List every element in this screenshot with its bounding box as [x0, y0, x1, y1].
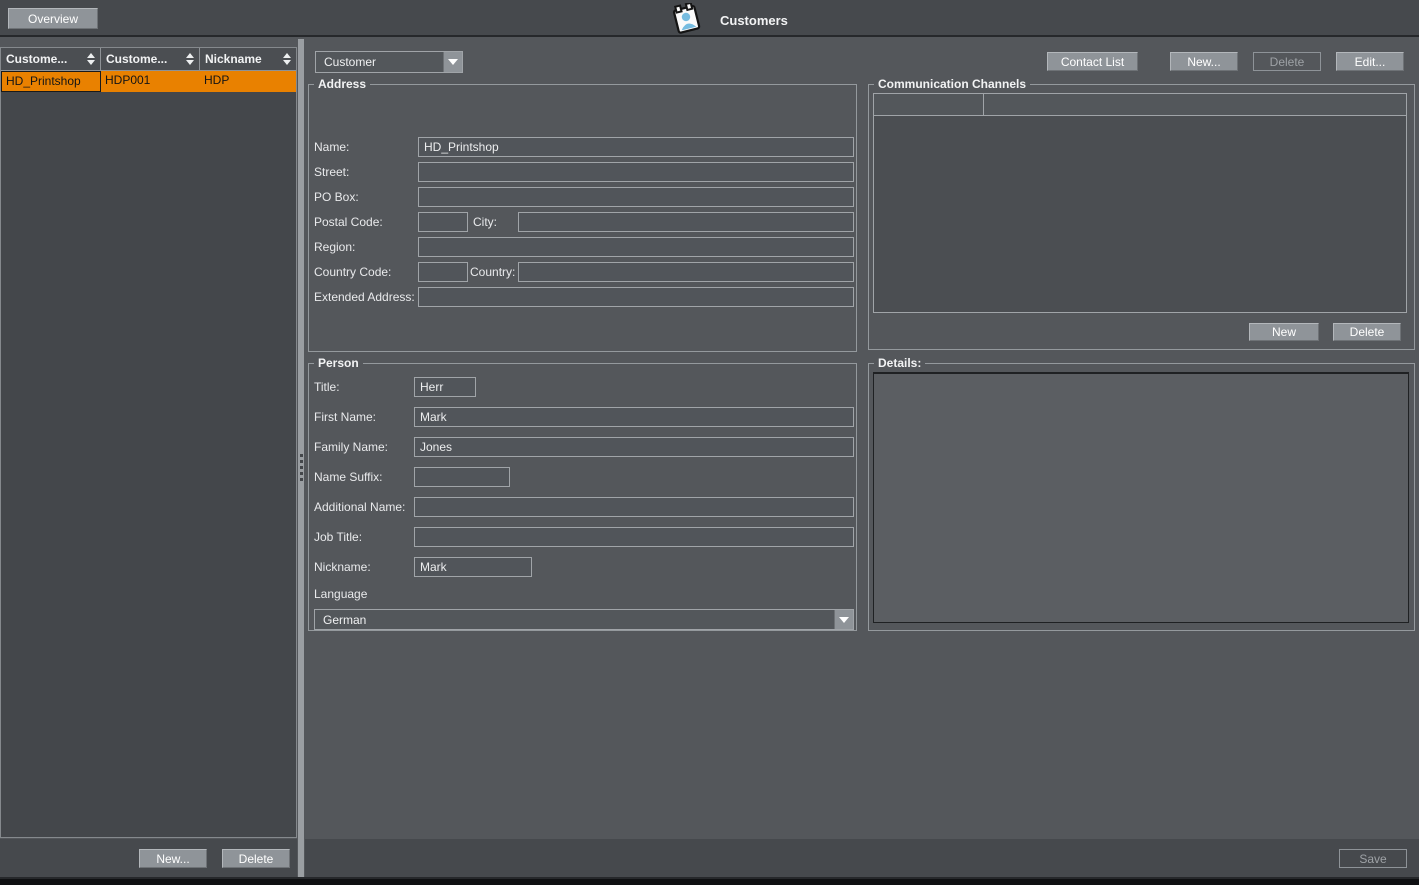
family-name-label: Family Name:: [314, 437, 388, 457]
customer-type-dropdown[interactable]: Customer: [315, 51, 463, 73]
details-groupbox: Details:: [868, 363, 1415, 631]
street-label: Street:: [314, 162, 349, 182]
person-groupbox: Person Title: First Name: Family Name: N…: [308, 363, 857, 631]
customer-type-value: Customer: [316, 55, 443, 69]
bottom-strip: [0, 877, 1419, 885]
column-header-customer-name[interactable]: Custome...: [1, 48, 101, 71]
country-field[interactable]: [518, 262, 854, 282]
language-dropdown[interactable]: German: [314, 609, 854, 630]
column-header-nickname[interactable]: Nickname: [200, 48, 296, 71]
address-legend: Address: [314, 77, 370, 91]
details-textarea[interactable]: [873, 372, 1409, 623]
address-groupbox: Address Name: Street: PO Box: Postal Cod…: [308, 84, 857, 352]
communication-channels-groupbox: Communication Channels New Delete: [868, 84, 1415, 350]
name-field[interactable]: [418, 137, 854, 157]
new-list-entry-button[interactable]: New...: [139, 849, 207, 868]
job-title-field[interactable]: [414, 527, 854, 547]
sort-icon: [186, 53, 194, 65]
postal-code-field[interactable]: [418, 212, 468, 232]
column-header-customer-number[interactable]: Custome...: [101, 48, 200, 71]
first-name-field[interactable]: [414, 407, 854, 427]
cc-column-header-type[interactable]: [874, 94, 984, 116]
column-header-label: Nickname: [205, 52, 262, 66]
street-field[interactable]: [418, 162, 854, 182]
cc-column-header-value[interactable]: [984, 94, 1406, 116]
postal-code-label: Postal Code:: [314, 212, 383, 232]
additional-name-field[interactable]: [414, 497, 854, 517]
additional-name-label: Additional Name:: [314, 497, 405, 517]
delete-customer-button[interactable]: Delete: [1253, 52, 1321, 71]
city-field[interactable]: [518, 212, 854, 232]
bottom-bar: New... Delete Save: [0, 839, 1419, 877]
customers-screen: Overview Customers Custome...: [0, 0, 1419, 885]
splitter-grip-icon: [299, 451, 303, 484]
table-header-row: Custome... Custome... Nickname: [1, 48, 296, 71]
top-bar: Overview Customers: [0, 0, 1419, 37]
country-code-label: Country Code:: [314, 262, 391, 282]
name-suffix-field[interactable]: [414, 467, 510, 487]
column-header-label: Custome...: [106, 52, 167, 66]
overview-button[interactable]: Overview: [8, 8, 98, 29]
sort-icon: [87, 53, 95, 65]
extended-address-label: Extended Address:: [314, 287, 415, 307]
splitter-handle[interactable]: [297, 39, 305, 877]
chevron-down-icon[interactable]: [443, 52, 462, 72]
edit-customer-button[interactable]: Edit...: [1336, 52, 1404, 71]
nickname-field[interactable]: [414, 557, 532, 577]
contact-list-button[interactable]: Contact List: [1047, 52, 1138, 71]
chevron-down-icon[interactable]: [834, 610, 853, 629]
table-row[interactable]: HD_Printshop HDP001 HDP: [1, 71, 296, 92]
nickname-label: Nickname:: [314, 557, 371, 577]
person-legend: Person: [314, 356, 363, 370]
details-legend: Details:: [874, 356, 925, 370]
title-label: Title:: [314, 377, 340, 397]
column-header-label: Custome...: [6, 52, 67, 66]
new-customer-button[interactable]: New...: [1170, 52, 1238, 71]
country-code-field[interactable]: [418, 262, 468, 282]
save-button[interactable]: Save: [1339, 849, 1407, 868]
new-channel-button[interactable]: New: [1249, 323, 1319, 341]
customer-list-table: Custome... Custome... Nickname HD_Prints…: [0, 47, 297, 838]
title-field[interactable]: [414, 377, 476, 397]
pobox-field[interactable]: [418, 187, 854, 207]
cc-table-header-row: [874, 94, 1406, 116]
job-title-label: Job Title:: [314, 527, 362, 547]
sort-icon: [283, 53, 291, 65]
page-title: Customers: [720, 13, 788, 28]
family-name-field[interactable]: [414, 437, 854, 457]
language-label: Language: [314, 584, 367, 604]
name-label: Name:: [314, 137, 349, 157]
pobox-label: PO Box:: [314, 187, 359, 207]
delete-channel-button[interactable]: Delete: [1333, 323, 1401, 341]
city-label: City:: [473, 212, 497, 232]
page-title-wrap: Customers: [668, 3, 788, 38]
name-suffix-label: Name Suffix:: [314, 467, 382, 487]
cell-customer-number[interactable]: HDP001: [101, 71, 200, 92]
extended-address-field[interactable]: [418, 287, 854, 307]
cell-customer-name[interactable]: HD_Printshop: [1, 71, 101, 92]
delete-list-entry-button[interactable]: Delete: [222, 849, 290, 868]
communication-channels-table: [873, 93, 1407, 313]
language-value: German: [315, 613, 834, 627]
country-label: Country:: [470, 262, 515, 282]
first-name-label: First Name:: [314, 407, 376, 427]
communication-channels-legend: Communication Channels: [874, 77, 1030, 91]
customers-icon: [668, 3, 704, 38]
region-field[interactable]: [418, 237, 854, 257]
region-label: Region:: [314, 237, 355, 257]
cell-nickname[interactable]: HDP: [200, 71, 296, 92]
